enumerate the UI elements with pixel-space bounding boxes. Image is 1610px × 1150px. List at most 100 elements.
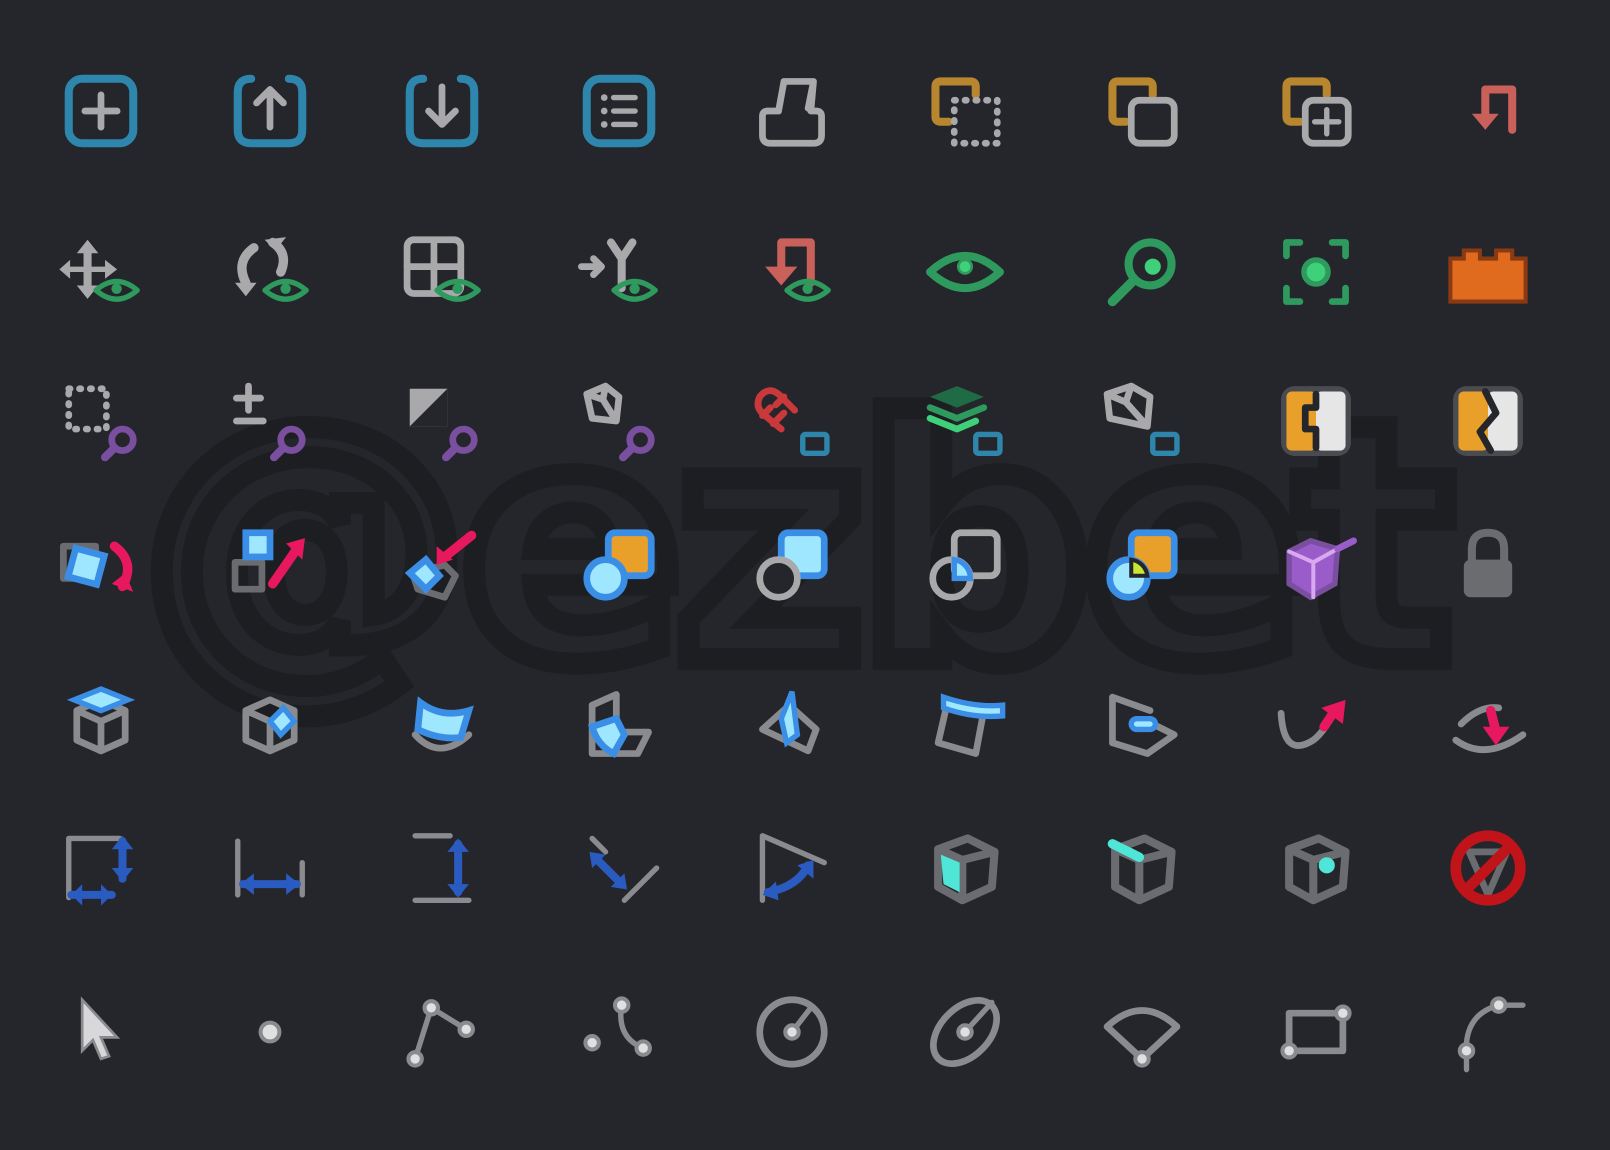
box-corner-face-icon[interactable] <box>227 681 313 767</box>
cube-vertex-select-icon[interactable] <box>1273 825 1359 911</box>
cube-search-icon-glyph <box>583 382 655 462</box>
add-box-icon-glyph <box>64 74 138 148</box>
forbidden-icon[interactable] <box>1445 825 1531 911</box>
dimension-aligned-icon[interactable] <box>576 825 662 911</box>
cube-vertex-select-icon-glyph <box>1285 834 1350 905</box>
fold-face-icon-glyph <box>588 691 652 758</box>
push-face-icon[interactable] <box>399 522 485 608</box>
subtract-icon[interactable] <box>749 522 835 608</box>
push-face-icon-glyph <box>404 530 477 601</box>
arc-sector-icon[interactable] <box>1099 989 1185 1075</box>
project-face-icon[interactable] <box>1099 681 1185 767</box>
eye-icon-glyph <box>926 251 1004 293</box>
focus-view-icon-glyph <box>1283 239 1349 305</box>
dimension-corner-icon[interactable] <box>58 825 144 911</box>
dimension-corner-icon-glyph <box>66 835 134 906</box>
cube-search-icon[interactable] <box>576 378 662 464</box>
plus-minus-search-icon[interactable] <box>227 378 313 464</box>
duplicate-icon[interactable] <box>1099 68 1185 154</box>
contrast-search-icon-glyph <box>409 388 478 462</box>
circle-radius-icon[interactable] <box>749 989 835 1075</box>
cube-face-select-icon[interactable] <box>922 825 1008 911</box>
spline-icon-glyph <box>1457 996 1526 1073</box>
eye-icon[interactable] <box>922 229 1008 315</box>
box-top-face-icon[interactable] <box>58 681 144 767</box>
boolean-split-icon-glyph <box>1106 529 1178 601</box>
lock-icon-glyph <box>1463 528 1513 598</box>
split-object-icon[interactable] <box>1273 378 1359 464</box>
intersect-icon[interactable] <box>922 522 1008 608</box>
open-box-icon[interactable] <box>1273 522 1359 608</box>
polyline-icon[interactable] <box>399 989 485 1075</box>
brick-icon[interactable] <box>1445 229 1531 315</box>
ellipse-icon[interactable] <box>922 989 1008 1075</box>
dimension-angle-icon[interactable] <box>749 825 835 911</box>
curve-points-icon[interactable] <box>576 989 662 1075</box>
curve-arrow-down-icon[interactable] <box>1445 681 1531 767</box>
search-view-icon[interactable] <box>1099 229 1185 315</box>
dimension-horizontal-icon-glyph <box>235 838 305 898</box>
scale-object-icon[interactable] <box>227 522 313 608</box>
curve-arrow-up-icon[interactable] <box>1273 681 1359 767</box>
spline-icon[interactable] <box>1445 989 1531 1075</box>
scale-object-icon-glyph <box>231 529 305 593</box>
layers-window-icon[interactable] <box>922 378 1008 464</box>
magnet-window-icon-glyph <box>754 387 830 456</box>
export-box-icon[interactable] <box>227 68 313 154</box>
dimension-vertical-icon[interactable] <box>399 825 485 911</box>
selection-copy-icon-glyph <box>931 77 1001 147</box>
lock-icon[interactable] <box>1445 522 1531 608</box>
rotate-object-icon[interactable] <box>58 522 144 608</box>
fold-face-icon[interactable] <box>576 681 662 767</box>
boolean-split-icon[interactable] <box>1099 522 1185 608</box>
break-object-icon-glyph <box>1453 386 1523 456</box>
add-box-icon[interactable] <box>58 68 144 154</box>
move-view-icon[interactable] <box>58 229 144 315</box>
rotate-object-icon-glyph <box>60 541 134 592</box>
open-box-icon-glyph <box>1286 537 1357 601</box>
list-box-icon[interactable] <box>576 68 662 154</box>
curved-face-icon-glyph <box>411 696 474 752</box>
select-search-icon[interactable] <box>58 378 144 464</box>
import-box-icon[interactable] <box>399 68 485 154</box>
selection-copy-icon[interactable] <box>922 68 1008 154</box>
magnet-window-icon[interactable] <box>749 378 835 464</box>
split-object-icon-glyph <box>1281 386 1351 456</box>
cube-face-select-icon-glyph <box>934 834 999 905</box>
focus-view-icon[interactable] <box>1273 229 1359 315</box>
undo-arrow-icon-glyph <box>1471 85 1517 134</box>
project-face-icon-glyph <box>1109 693 1178 757</box>
duplicate-add-icon[interactable] <box>1273 68 1359 154</box>
plus-minus-search-icon-glyph <box>233 382 306 462</box>
merge-view-icon-glyph <box>578 238 658 302</box>
rectangle-points-icon[interactable] <box>1273 989 1359 1075</box>
cube-window-icon[interactable] <box>1099 378 1185 464</box>
dimension-horizontal-icon[interactable] <box>227 825 313 911</box>
search-view-icon-glyph <box>1107 238 1176 307</box>
break-object-icon[interactable] <box>1445 378 1531 464</box>
undo-arrow-icon[interactable] <box>1445 68 1531 154</box>
point-icon-glyph <box>258 1020 282 1044</box>
tray-icon[interactable] <box>749 68 835 154</box>
export-box-icon-glyph <box>233 74 307 148</box>
sweep-face-icon[interactable] <box>922 681 1008 767</box>
grid-view-icon[interactable] <box>399 229 485 315</box>
pointer-icon[interactable] <box>58 989 144 1075</box>
cube-edge-select-icon[interactable] <box>1099 825 1185 911</box>
box-corner-face-icon-glyph <box>242 696 298 755</box>
subtract-icon-glyph <box>756 529 828 601</box>
dimension-aligned-icon-glyph <box>589 835 660 903</box>
dimension-vertical-icon-glyph <box>412 833 472 903</box>
curve-arrow-up-icon-glyph <box>1277 699 1346 749</box>
merge-view-icon[interactable] <box>576 229 662 315</box>
curved-face-icon[interactable] <box>399 681 485 767</box>
wedge-face-icon[interactable] <box>749 681 835 767</box>
box-top-face-icon-glyph <box>66 686 136 755</box>
contrast-search-icon[interactable] <box>399 378 485 464</box>
undo-view-icon[interactable] <box>749 229 835 315</box>
rotate-view-icon[interactable] <box>227 229 313 315</box>
union-icon[interactable] <box>576 522 662 608</box>
point-icon[interactable] <box>227 989 313 1075</box>
layers-window-icon-glyph <box>926 386 1003 456</box>
union-icon-glyph <box>583 529 655 601</box>
